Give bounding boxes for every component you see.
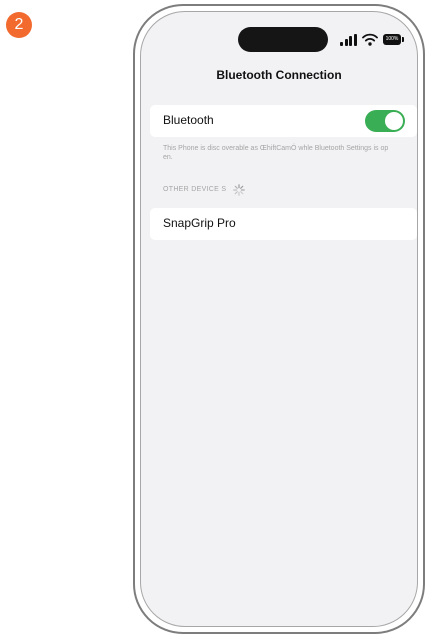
phone-screen: 100% Bluetooth Connection Bluetooth This… — [140, 11, 418, 627]
dynamic-island — [238, 27, 328, 52]
discoverable-note: This Phone is disc overable as ŒhiftCamÓ… — [163, 145, 389, 161]
bluetooth-label: Bluetooth — [163, 113, 214, 127]
toggle-knob — [385, 112, 403, 130]
spinner-icon — [233, 184, 245, 196]
page-title: Bluetooth Connection — [216, 68, 342, 82]
bluetooth-row: Bluetooth — [150, 105, 417, 137]
bluetooth-toggle[interactable] — [365, 110, 405, 132]
status-bar: 100% — [340, 32, 412, 48]
signal-icon — [340, 34, 357, 46]
device-row-snapgrip[interactable]: SnapGrip Pro — [150, 208, 417, 240]
other-devices-header: OTHER DEVICE S — [163, 186, 227, 193]
device-name: SnapGrip Pro — [163, 216, 236, 230]
step-number-badge: 2 — [6, 12, 32, 38]
battery-icon: 100% — [383, 34, 404, 45]
wifi-icon — [362, 33, 378, 46]
phone-frame: 100% Bluetooth Connection Bluetooth This… — [133, 4, 425, 634]
